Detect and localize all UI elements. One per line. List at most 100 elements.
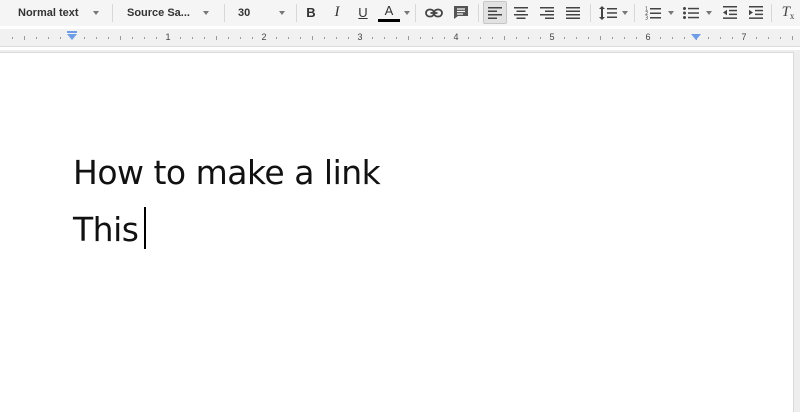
toolbar-separator <box>112 4 113 22</box>
ruler-tick <box>252 37 253 39</box>
document-line-2-text: This <box>73 210 139 249</box>
ruler-tick <box>792 36 793 40</box>
ruler-tick <box>420 37 421 39</box>
ruler-number: 3 <box>357 32 363 42</box>
ruler-tick <box>36 37 37 39</box>
align-center-button[interactable] <box>509 1 533 24</box>
font-family-value: Source Sa... <box>127 7 190 19</box>
toolbar-separator <box>224 4 225 22</box>
clear-formatting-label: T <box>781 4 790 20</box>
bulleted-list-button[interactable] <box>679 1 703 24</box>
font-size-dropdown[interactable]: 30 <box>238 0 290 26</box>
ruler-tick <box>684 37 685 39</box>
chevron-down-icon[interactable] <box>706 11 712 15</box>
align-right-button[interactable] <box>535 1 559 24</box>
document-line-2[interactable]: This <box>73 207 147 249</box>
ruler-tick <box>180 37 181 39</box>
ruler-scale: 1 2 3 4 5 6 7 <box>0 29 800 47</box>
toolbar-separator <box>478 4 479 22</box>
clear-formatting-icon: Tx <box>782 4 795 21</box>
ruler-tick <box>108 37 109 39</box>
ruler-tick <box>444 37 445 39</box>
right-indent-marker[interactable] <box>691 34 701 40</box>
ruler-number: 4 <box>453 32 459 42</box>
document-page[interactable]: How to make a link This <box>0 52 794 412</box>
ruler-tick <box>300 37 301 39</box>
ruler-tick <box>240 37 241 39</box>
ruler-tick <box>660 37 661 39</box>
ruler-tick <box>348 37 349 39</box>
chevron-down-icon <box>279 11 285 15</box>
bold-icon: B <box>306 5 316 20</box>
ruler-tick <box>600 36 601 40</box>
chevron-down-icon <box>203 11 209 15</box>
chevron-down-icon[interactable] <box>668 11 674 15</box>
left-indent-marker[interactable] <box>67 34 77 40</box>
chevron-down-icon[interactable] <box>622 11 628 15</box>
font-size-value: 30 <box>238 7 251 19</box>
ruler-tick <box>732 37 733 39</box>
ruler-tick <box>144 37 145 39</box>
paragraph-style-dropdown[interactable]: Normal text <box>18 0 104 26</box>
ruler-tick <box>528 37 529 39</box>
ruler-tick <box>636 37 637 39</box>
ruler-tick <box>96 37 97 39</box>
toolbar-separator <box>296 4 297 22</box>
insert-comment-button[interactable] <box>449 1 473 24</box>
line-spacing-button[interactable] <box>596 1 620 24</box>
ruler-tick <box>768 37 769 39</box>
chevron-down-icon[interactable] <box>404 11 410 15</box>
numbered-list-button[interactable]: 1 2 3 <box>641 1 665 24</box>
insert-link-button[interactable] <box>422 1 446 24</box>
ruler-number: 5 <box>549 32 555 42</box>
document-line-1[interactable]: How to make a link <box>73 153 381 192</box>
ruler-tick <box>24 36 25 40</box>
toolbar-separator <box>771 4 772 22</box>
toolbar-separator <box>634 4 635 22</box>
increase-indent-button[interactable] <box>744 1 768 24</box>
svg-text:3: 3 <box>645 15 648 20</box>
align-left-icon <box>488 6 502 19</box>
clear-formatting-x-icon: x <box>789 11 795 21</box>
align-justify-button[interactable] <box>561 1 585 24</box>
ruler-tick <box>60 37 61 39</box>
ruler-tick <box>132 37 133 39</box>
ruler-tick <box>384 37 385 39</box>
text-color-icon: A <box>384 2 394 18</box>
document-canvas: How to make a link This <box>0 50 800 412</box>
ruler-tick <box>372 37 373 39</box>
ruler-tick <box>288 37 289 39</box>
ruler-tick <box>780 37 781 39</box>
ruler-tick <box>612 37 613 39</box>
text-color-button[interactable]: A <box>376 1 402 24</box>
align-left-button[interactable] <box>483 1 507 24</box>
ruler-tick <box>228 37 229 39</box>
ruler-tick <box>708 37 709 39</box>
underline-button[interactable]: U <box>351 1 375 24</box>
bulleted-list-icon <box>683 6 699 19</box>
comment-icon <box>454 6 468 19</box>
ruler-tick <box>720 37 721 39</box>
chevron-down-icon <box>93 11 99 15</box>
ruler-tick <box>336 37 337 39</box>
ruler-tick <box>540 37 541 39</box>
ruler-tick <box>492 37 493 39</box>
ruler-tick <box>588 37 589 39</box>
ruler-tick <box>624 37 625 39</box>
ruler-tick <box>672 37 673 39</box>
first-line-indent-marker[interactable] <box>67 31 77 33</box>
ruler-tick <box>216 36 217 40</box>
font-family-dropdown[interactable]: Source Sa... <box>127 0 217 26</box>
decrease-indent-button[interactable] <box>718 1 742 24</box>
toolbar: Normal text Source Sa... 30 B I U A 1 2 … <box>0 0 800 26</box>
ruler-tick <box>576 37 577 39</box>
ruler[interactable]: 1 2 3 4 5 6 7 <box>0 29 800 47</box>
align-justify-icon <box>566 6 580 19</box>
italic-icon: I <box>334 4 340 20</box>
ruler-tick <box>48 37 49 39</box>
text-cursor <box>144 207 147 249</box>
bold-button[interactable]: B <box>299 1 323 24</box>
ruler-tick <box>516 37 517 39</box>
clear-formatting-button[interactable]: Tx <box>776 1 800 24</box>
italic-button[interactable]: I <box>325 1 349 24</box>
